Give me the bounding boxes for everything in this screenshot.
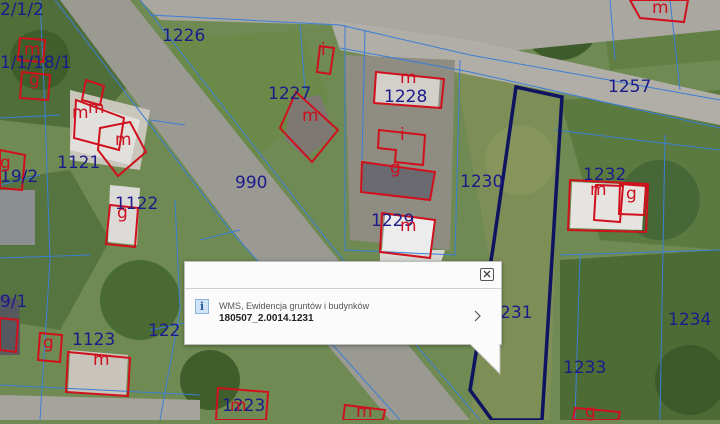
map-view[interactable]: 2/1/2 1226 1/1/18/1 1227 1228 1121 990 1… <box>0 0 720 422</box>
parcel-label: 1234 <box>668 310 712 330</box>
chevron-right-icon[interactable] <box>473 310 481 322</box>
building-symbol: i <box>400 125 405 145</box>
building-symbol: g <box>390 158 401 178</box>
parcel-label: 990 <box>235 173 268 193</box>
info-icon: i <box>195 299 209 314</box>
building-symbol: m <box>400 216 417 236</box>
building-symbol: m <box>652 0 669 18</box>
building-symbol: m <box>230 396 247 416</box>
parcel-label: 1230 <box>460 172 504 192</box>
popup-layer-source: WMS, Ewidencja gruntów i budynków <box>219 301 370 311</box>
building-symbol: m <box>356 402 373 422</box>
parcel-label: 1257 <box>608 77 652 97</box>
parcel-label: 1227 <box>268 84 312 104</box>
building-symbol: g <box>117 203 128 223</box>
building-symbol: m <box>400 68 417 88</box>
parcel-label: 1226 <box>162 26 206 46</box>
parcel-label: 1228 <box>384 87 428 107</box>
popup-pointer <box>470 344 501 376</box>
popup-parcel-id[interactable]: 180507_2.0014.1231 <box>219 313 314 324</box>
building-symbol: m <box>72 103 89 123</box>
building-symbol: g <box>626 184 637 204</box>
parcel-label: 9/1 <box>0 292 28 312</box>
building-symbol: i <box>321 40 326 60</box>
building-symbol: m <box>302 106 319 126</box>
parcel-label: 1233 <box>563 358 607 378</box>
building-symbol: g <box>585 402 596 422</box>
building-symbol: g <box>0 153 11 173</box>
popup-title-bar <box>185 262 501 289</box>
building-symbol: g <box>29 70 40 90</box>
parcel-label: 1121 <box>57 153 101 173</box>
parcel-label: 1123 <box>72 330 116 350</box>
parcel-label: 2/1/2 <box>0 0 44 20</box>
building-symbol: g <box>43 333 54 353</box>
building-symbol: m <box>115 130 132 150</box>
building-symbol: m <box>590 180 607 200</box>
building-symbol: m <box>24 40 41 60</box>
parcel-label: 122 <box>148 321 181 341</box>
building-symbol: m <box>88 98 105 118</box>
close-icon <box>483 270 491 278</box>
feature-info-popup: i WMS, Ewidencja gruntów i budynków 1805… <box>184 261 502 345</box>
parcel-label: 231 <box>500 303 533 323</box>
building-symbol: m <box>93 350 110 370</box>
popup-close-button[interactable] <box>480 268 494 281</box>
